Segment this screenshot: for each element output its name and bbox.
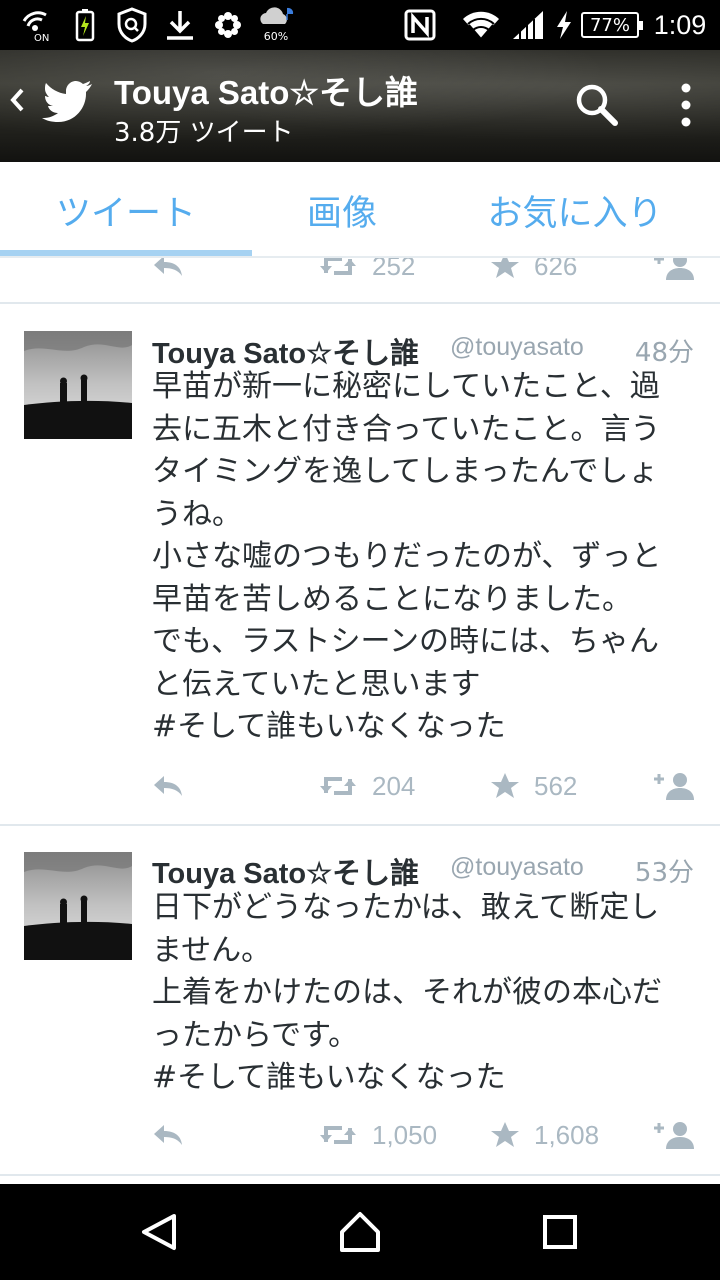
signal-icon <box>510 0 546 50</box>
tweet-item[interactable]: Touya Sato☆そし誰 @touyasato 48分 早苗が新一に秘密にし… <box>0 304 720 824</box>
profile-tabs: ツイート 画像 お気に入り <box>0 162 720 258</box>
tweet-text-line: タイミングを逸してしまったんでしょ <box>152 454 659 489</box>
reply-icon[interactable] <box>152 766 184 806</box>
retweet-button[interactable]: 1,050 <box>318 1115 437 1155</box>
recent-apps-icon[interactable] <box>532 1204 588 1260</box>
tweet-text-line: 上着をかけたのは、それが彼の本心だ <box>152 975 662 1010</box>
flower-icon <box>212 0 244 50</box>
tweet-text-line: 早苗を苦しめることになりました。 <box>152 581 632 617</box>
battery-percent: 77% <box>589 14 630 36</box>
favorite-count: 1,608 <box>534 1119 600 1150</box>
status-bar: ON 60% 77% 1:09 <box>0 0 720 50</box>
tweet-timestamp: 53分 <box>634 858 694 888</box>
retweet-count: 1,050 <box>372 1119 438 1150</box>
tab-images[interactable]: 画像 <box>252 162 432 258</box>
weather-percent: 60% <box>263 30 289 43</box>
favorite-button[interactable]: 562 <box>490 766 577 806</box>
hashtag-link[interactable]: #そして誰もいなくなった <box>152 706 702 749</box>
battery-saver-icon <box>72 0 98 50</box>
tweet-actions: 252 626 <box>0 258 720 286</box>
tweet-author-name[interactable]: Touya Sato☆そし誰 <box>152 850 419 892</box>
profile-title: Touya Sato☆そし誰 <box>114 74 418 111</box>
wifi-icon <box>460 0 502 50</box>
nfc-icon <box>402 0 438 50</box>
tab-favorites[interactable]: お気に入り <box>450 162 700 258</box>
back-icon[interactable] <box>132 1204 188 1260</box>
tweet-text-line: 去に五木と付き合っていたこと。言う <box>152 411 661 447</box>
favorite-button[interactable]: 626 <box>490 258 577 286</box>
profile-action-bar: Touya Sato☆そし誰 3.8万 ツイート <box>0 50 720 162</box>
divider <box>0 1174 720 1176</box>
tweet-timestamp: 48分 <box>634 338 694 368</box>
follow-icon[interactable] <box>652 258 696 286</box>
system-navigation-bar <box>0 1184 720 1280</box>
shield-icon <box>114 0 150 50</box>
battery-indicator: 77% <box>578 0 643 50</box>
follow-icon[interactable] <box>652 766 696 806</box>
hashtag-link[interactable]: #そして誰もいなくなった <box>152 1057 702 1100</box>
weather-icon: 60% <box>256 0 296 50</box>
follow-icon[interactable] <box>652 1115 696 1155</box>
favorite-button[interactable]: 1,608 <box>490 1115 599 1155</box>
tweet-header: Touya Sato☆そし誰 @touyasato 48分 <box>152 330 700 370</box>
retweet-button[interactable]: 204 <box>318 766 415 806</box>
tweet-text-line: 日下がどうなったかは、敢えて断定し <box>152 890 660 925</box>
search-icon[interactable] <box>572 80 622 130</box>
retweet-count: 204 <box>372 770 416 801</box>
tweet-text-line: と伝えていたと思います <box>152 666 481 702</box>
tweet-count: 3.8万 ツイート <box>114 118 294 148</box>
favorite-count: 562 <box>534 770 578 801</box>
retweet-count: 252 <box>372 258 416 281</box>
tweet-text: 日下がどうなったかは、敢えて断定し ません。 上着をかけたのは、それが彼の本心だ… <box>152 887 702 1100</box>
reply-icon[interactable] <box>152 258 184 286</box>
tweet-header: Touya Sato☆そし誰 @touyasato 53分 <box>152 850 700 890</box>
tweet-text-line: 早苗が新一に秘密にしていたこと、過 <box>152 369 660 404</box>
home-icon[interactable] <box>332 1204 388 1260</box>
tweet-timeline[interactable]: 252 626 Touya Sato☆そし誰 @touyasato 48分 早苗… <box>0 258 720 1180</box>
charging-icon <box>553 0 575 50</box>
tweet-actions: 204 562 <box>0 766 720 806</box>
tweet-text-line: ません。 <box>152 932 272 968</box>
twitter-bird-icon[interactable] <box>42 78 94 124</box>
tweet-text: 早苗が新一に秘密にしていたこと、過 去に五木と付き合っていたこと。言う タイミン… <box>152 366 702 749</box>
retweet-button[interactable]: 252 <box>318 258 415 286</box>
reply-icon[interactable] <box>152 1115 184 1155</box>
tweet-item[interactable]: Touya Sato☆そし誰 @touyasato 53分 日下がどうなったかは… <box>0 826 720 1174</box>
tweet-text-line: うね。 <box>152 496 242 532</box>
avatar[interactable] <box>24 852 132 960</box>
wifi-calling-icon: ON <box>18 0 58 50</box>
tweet-text-line: 小さな嘘のつもりだったのが、ずっと <box>152 539 662 574</box>
tweet-author-handle[interactable]: @touyasato <box>450 333 584 362</box>
back-chevron-icon[interactable] <box>6 80 28 120</box>
tweet-text-line: でも、ラストシーンの時には、ちゃん <box>152 624 659 659</box>
favorite-count: 626 <box>534 258 578 281</box>
tab-tweets[interactable]: ツイート <box>0 162 252 258</box>
overflow-menu-icon[interactable] <box>666 80 706 130</box>
tweet-author-handle[interactable]: @touyasato <box>450 853 584 882</box>
download-icon <box>162 0 198 50</box>
svg-text:ON: ON <box>34 33 49 43</box>
tweet-actions: 1,050 1,608 <box>0 1115 720 1155</box>
avatar[interactable] <box>24 331 132 439</box>
clock: 1:09 <box>653 9 707 40</box>
tweet-text-line: ったからです。 <box>152 1017 359 1053</box>
